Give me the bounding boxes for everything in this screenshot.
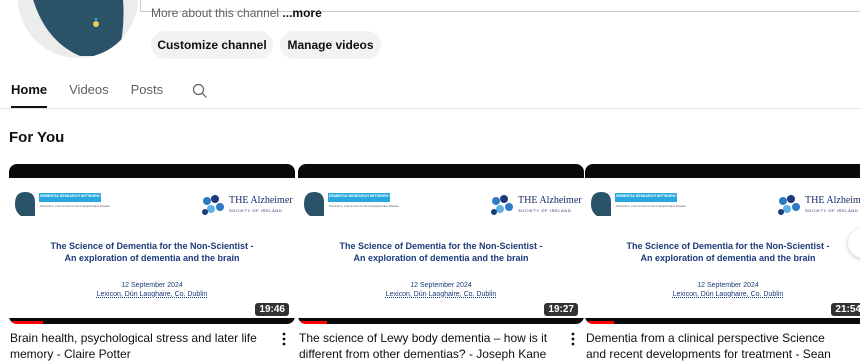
section-title: For You (9, 129, 65, 146)
tabs-divider (0, 108, 860, 109)
watch-progress-bar (9, 321, 44, 324)
video-duration: 21:54 (831, 303, 860, 316)
watch-progress-bar (298, 321, 327, 324)
customize-channel-button[interactable]: Customize channel (151, 31, 273, 59)
thumbnail-bottom-bar (585, 318, 860, 324)
thumbnail-bottom-bar (298, 318, 584, 324)
dementia-research-logo: DEMENTIA RESEARCH NETWORK IRELAND Preven… (591, 192, 693, 216)
video-title[interactable]: Brain health, psychological stress and l… (10, 330, 272, 361)
search-icon[interactable] (192, 83, 208, 99)
video-card[interactable]: DEMENTIA RESEARCH NETWORK IRELAND Preven… (298, 164, 584, 361)
thumbnail-title: The Science of Dementia for the Non-Scie… (298, 240, 584, 264)
thumbnail-date: 12 September 2024 Lexicon, Dún Laoghaire… (298, 281, 584, 299)
alzheimer-society-logo: THE Alzheimer SOCIETY OF IRELAND (775, 192, 860, 220)
tab-posts[interactable]: Posts (131, 80, 164, 108)
thumbnail-date-text: 12 September 2024 (121, 282, 183, 289)
thumbnail-title-line2: An exploration of dementia and the brain (640, 253, 816, 263)
org-right-text: THE Alzheimer (518, 195, 582, 206)
org-left-text: DEMENTIA RESEARCH NETWORK IRELAND (40, 194, 117, 198)
org-left-sub: Prevention, Cure & Care for Neurodegener… (329, 204, 399, 208)
channel-about[interactable]: More about this channel ...more (151, 6, 322, 20)
thumbnail-venue: Lexicon, Dún Laoghaire, Co. Dublin (672, 291, 784, 298)
thumbnail-title-line1: The Science of Dementia for the Non-Scie… (339, 241, 543, 251)
tab-home[interactable]: Home (11, 80, 48, 108)
video-card[interactable]: DEMENTIA RESEARCH NETWORK IRELAND Preven… (585, 164, 860, 361)
alzheimer-society-logo: THE Alzheimer SOCIETY OF IRELAND (488, 192, 582, 220)
more-options-icon[interactable] (281, 332, 287, 346)
thumbnail-title-line1: The Science of Dementia for the Non-Scie… (50, 241, 254, 251)
thumbnail-title-line1: The Science of Dementia for the Non-Scie… (626, 241, 830, 251)
thumbnail-title-line2: An exploration of dementia and the brain (353, 253, 529, 263)
about-text: More about this channel (151, 6, 283, 20)
thumbnail-date-text: 12 September 2024 (697, 282, 759, 289)
channel-tabs: Home Videos Posts (11, 80, 185, 108)
org-left-text: DEMENTIA RESEARCH NETWORK IRELAND (616, 194, 693, 198)
thumbnail-title: The Science of Dementia for the Non-Scie… (9, 240, 295, 264)
video-card[interactable]: DEMENTIA RESEARCH NETWORK IRELAND Preven… (9, 164, 295, 361)
video-thumbnail[interactable]: DEMENTIA RESEARCH NETWORK IRELAND Preven… (298, 164, 584, 324)
manage-videos-button[interactable]: Manage videos (280, 31, 381, 59)
video-duration: 19:46 (255, 303, 289, 316)
org-left-text: DEMENTIA RESEARCH NETWORK IRELAND (329, 194, 406, 198)
org-right-text: THE Alzheimer (805, 195, 860, 206)
thumbnail-date-text: 12 September 2024 (410, 282, 472, 289)
org-right-sub: SOCIETY OF IRELAND (805, 208, 859, 213)
org-left-sub: Prevention, Cure & Care for Neurodegener… (616, 204, 686, 208)
thumbnail-venue: Lexicon, Dún Laoghaire, Co. Dublin (385, 291, 497, 298)
alzheimer-society-logo: THE Alzheimer SOCIETY OF IRELAND (199, 192, 293, 220)
org-right-sub: SOCIETY OF IRELAND (518, 208, 572, 213)
org-right-text: THE Alzheimer (229, 195, 293, 206)
thumbnail-top-bar (585, 164, 860, 178)
org-left-sub: Prevention, Cure & Care for Neurodegener… (40, 204, 110, 208)
thumbnail-top-bar (298, 164, 584, 178)
video-title[interactable]: The science of Lewy body dementia – how … (299, 330, 561, 361)
thumbnail-title-line2: An exploration of dementia and the brain (64, 253, 240, 263)
thumbnail-top-bar (9, 164, 295, 178)
channel-avatar[interactable] (18, 0, 138, 58)
thumbnail-date: 12 September 2024 Lexicon, Dún Laoghaire… (9, 281, 295, 299)
thumbnail-date: 12 September 2024 Lexicon, Dún Laoghaire… (585, 281, 860, 299)
dementia-research-logo: DEMENTIA RESEARCH NETWORK IRELAND Preven… (15, 192, 117, 216)
tab-videos[interactable]: Videos (69, 80, 109, 108)
thumbnail-venue: Lexicon, Dún Laoghaire, Co. Dublin (96, 291, 208, 298)
watch-progress-bar (585, 321, 614, 324)
video-thumbnail[interactable]: DEMENTIA RESEARCH NETWORK IRELAND Preven… (9, 164, 295, 324)
video-duration: 19:27 (544, 303, 578, 316)
video-thumbnail[interactable]: DEMENTIA RESEARCH NETWORK IRELAND Preven… (585, 164, 860, 324)
video-title[interactable]: Dementia from a clinical perspective Sci… (586, 330, 848, 361)
more-options-icon[interactable] (570, 332, 576, 346)
org-right-sub: SOCIETY OF IRELAND (229, 208, 283, 213)
dementia-research-logo: DEMENTIA RESEARCH NETWORK IRELAND Preven… (304, 192, 406, 216)
thumbnail-bottom-bar (9, 318, 295, 324)
thumbnail-title: The Science of Dementia for the Non-Scie… (585, 240, 860, 264)
more-link[interactable]: ...more (282, 6, 321, 20)
